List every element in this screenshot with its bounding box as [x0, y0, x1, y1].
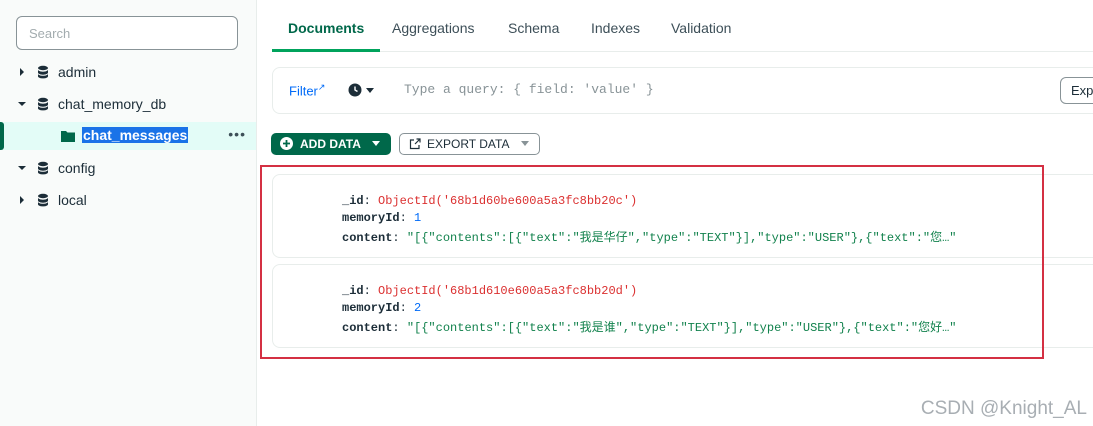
connection-header — [20, 0, 240, 6]
sidebar-item-chat-messages[interactable]: chat_messages ••• — [0, 122, 256, 150]
field-row-id: _id: ObjectId('68b1d610e600a5a3fc8bb20d'… — [342, 284, 638, 298]
explain-button[interactable]: Exp — [1060, 77, 1093, 104]
collection-tabs: Documents Aggregations Schema Indexes Va… — [271, 14, 1093, 52]
field-value-objectid: ObjectId('68b1d60be600a5a3fc8bb20c') — [378, 194, 638, 208]
sidebar: admin chat_memory_db chat_messages ••• c… — [0, 0, 257, 426]
field-row-memoryid: memoryId: 2 — [342, 301, 422, 315]
filter-link[interactable]: Filter↗ — [289, 82, 325, 98]
plus-circle-icon — [280, 137, 293, 150]
chevron-down-icon[interactable] — [17, 99, 27, 109]
export-data-button[interactable]: EXPORT DATA — [399, 133, 540, 155]
query-input[interactable]: Type a query: { field: 'value' } — [404, 82, 654, 97]
field-row-memoryid: memoryId: 1 — [342, 211, 422, 225]
field-value-string: "[{"contents":[{"text":"我是华仔","type":"TE… — [406, 231, 957, 245]
query-bar: Filter↗ Type a query: { field: 'value' }… — [272, 67, 1093, 114]
external-link-icon: ↗ — [317, 82, 326, 92]
sidebar-item-label: chat_messages — [82, 127, 189, 143]
document-card[interactable]: _id: ObjectId('68b1d610e600a5a3fc8bb20d'… — [272, 264, 1093, 348]
field-row-content: content: "[{"contents":[{"text":"我是谁","t… — [342, 321, 957, 335]
field-value-string: "[{"contents":[{"text":"我是谁","type":"TEX… — [406, 321, 957, 335]
tab-schema[interactable]: Schema — [508, 20, 559, 51]
chevron-down-icon[interactable] — [366, 88, 374, 94]
tab-aggregations[interactable]: Aggregations — [392, 20, 475, 51]
field-row-id: _id: ObjectId('68b1d60be600a5a3fc8bb20c'… — [342, 194, 638, 208]
sidebar-item-local[interactable]: local — [0, 186, 256, 214]
export-icon — [409, 138, 421, 150]
chevron-down-icon — [521, 141, 529, 146]
sidebar-item-label: admin — [58, 64, 97, 80]
chevron-right-icon[interactable] — [17, 195, 27, 205]
more-options-icon[interactable]: ••• — [228, 126, 246, 142]
field-key: memoryId — [342, 211, 400, 225]
sidebar-item-label: chat_memory_db — [58, 96, 167, 112]
field-key: _id — [342, 194, 364, 208]
sidebar-search-input[interactable] — [16, 16, 238, 50]
field-value-number: 2 — [414, 301, 422, 315]
sidebar-item-label: config — [58, 160, 96, 176]
tab-indexes[interactable]: Indexes — [591, 20, 640, 51]
field-key: content — [342, 321, 393, 335]
database-icon — [38, 193, 48, 207]
sidebar-item-admin[interactable]: admin — [0, 58, 256, 86]
chevron-down-icon[interactable] — [17, 163, 27, 173]
filter-label: Filter — [289, 83, 318, 99]
chevron-down-icon — [372, 141, 380, 146]
field-value-objectid: ObjectId('68b1d610e600a5a3fc8bb20d') — [378, 284, 638, 298]
selection-marker — [0, 122, 4, 150]
tab-validation[interactable]: Validation — [671, 20, 731, 51]
field-key: content — [342, 231, 393, 245]
sidebar-item-chat-memory-db[interactable]: chat_memory_db — [0, 90, 256, 118]
export-data-label: EXPORT DATA — [427, 137, 510, 151]
field-key: memoryId — [342, 301, 400, 315]
folder-icon — [61, 131, 75, 142]
field-row-content: content: "[{"contents":[{"text":"我是华仔","… — [342, 231, 957, 245]
database-icon — [38, 161, 48, 175]
sidebar-item-label: local — [58, 192, 87, 208]
tab-documents[interactable]: Documents — [271, 20, 381, 52]
add-data-label: ADD DATA — [300, 137, 361, 151]
chevron-right-icon[interactable] — [17, 67, 27, 77]
document-card[interactable]: _id: ObjectId('68b1d60be600a5a3fc8bb20c'… — [272, 174, 1093, 258]
sidebar-item-config[interactable]: config — [0, 154, 256, 182]
field-key: _id — [342, 284, 364, 298]
watermark: CSDN @Knight_AL — [920, 398, 1087, 419]
clock-icon[interactable] — [348, 83, 362, 97]
add-data-button[interactable]: ADD DATA — [271, 133, 391, 155]
database-icon — [38, 65, 48, 79]
field-value-number: 1 — [414, 211, 422, 225]
database-icon — [38, 97, 48, 111]
